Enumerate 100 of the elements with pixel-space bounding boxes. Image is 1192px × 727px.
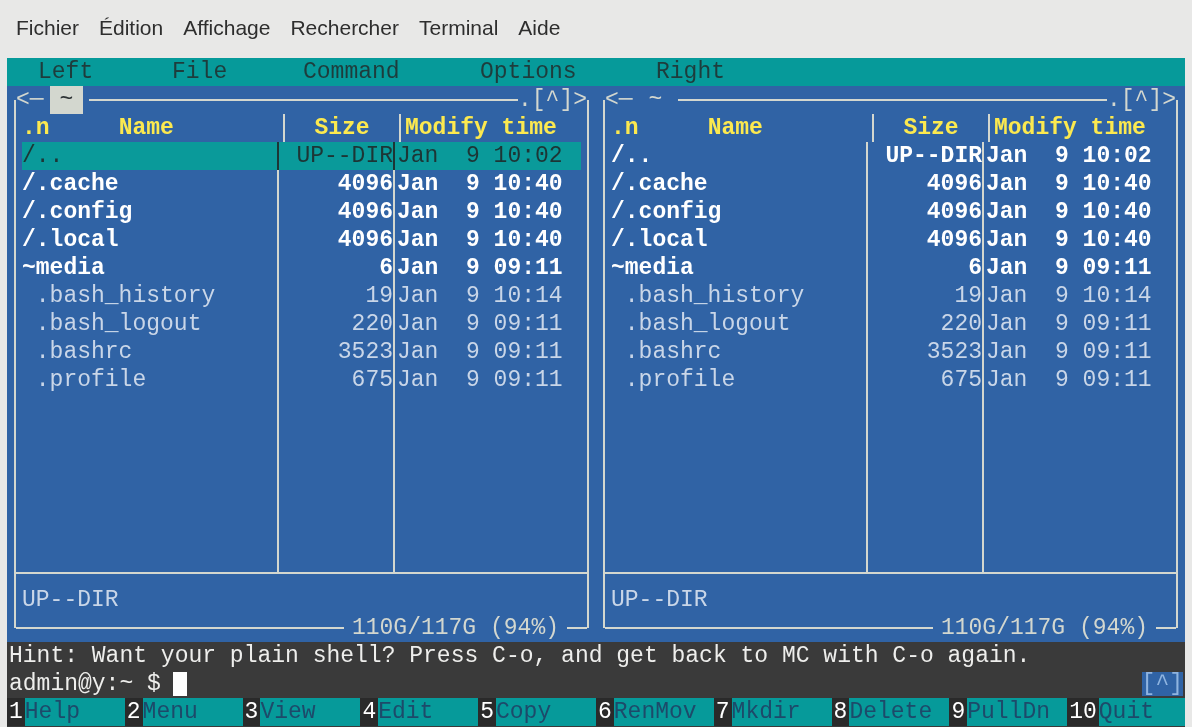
file-name: /.local: [22, 227, 119, 253]
file-modified-time: Jan 9 10:02: [986, 143, 1152, 169]
function-key-button[interactable]: Menu: [142, 698, 243, 726]
file-row[interactable]: /.local 4096 Jan 9 10:40: [22, 226, 581, 254]
column-header[interactable]: Name: [49, 114, 283, 142]
mc-menu-item[interactable]: Command: [303, 59, 400, 85]
file-row[interactable]: /.config 4096 Jan 9 10:40: [611, 198, 1170, 226]
mc-menu-item[interactable]: Left: [38, 59, 94, 85]
file-row[interactable]: /.cache 4096 Jan 9 10:40: [22, 170, 581, 198]
sort-indicator[interactable]: .n: [22, 114, 50, 142]
function-key-number: 4: [360, 698, 379, 726]
panel-path[interactable]: ~: [638, 86, 673, 114]
nav-history-controls[interactable]: .[^]>: [1107, 86, 1176, 114]
disk-usage: 110G/117G (94%): [939, 614, 1149, 642]
window-menu-item[interactable]: Terminal: [419, 11, 499, 44]
file-row[interactable]: .bash_history 19 Jan 9 10:14: [22, 282, 581, 310]
file-name: .profile: [623, 367, 736, 393]
nav-history-controls[interactable]: .[^]>: [518, 86, 587, 114]
file-name: /..: [22, 143, 64, 169]
file-modified-time: Jan 9 10:14: [986, 283, 1152, 309]
file-modified-time: Jan 9 09:11: [397, 255, 563, 281]
function-key-number: 1: [7, 698, 25, 726]
file-size: 675: [351, 366, 393, 394]
file-name: /.local: [611, 227, 708, 253]
file-modified-time: Jan 9 09:11: [397, 339, 563, 365]
panel-toggle[interactable]: [^]: [1141, 672, 1183, 696]
file-size: 220: [940, 310, 982, 338]
file-size: 4096: [337, 198, 393, 226]
file-name: ~media: [22, 255, 105, 281]
column-header[interactable]: Name: [638, 114, 872, 142]
file-modified-time: Jan 9 10:40: [397, 171, 563, 197]
mc-menu-item[interactable]: File: [172, 59, 228, 85]
function-key-button[interactable]: Quit: [1098, 698, 1185, 726]
function-key-button[interactable]: View: [260, 698, 361, 726]
function-key-button[interactable]: Copy: [496, 698, 596, 726]
file-row[interactable]: .bashrc 3523 Jan 9 09:11: [611, 338, 1170, 366]
column-header[interactable]: Size: [314, 114, 370, 142]
column-header[interactable]: Modify time: [994, 115, 1146, 141]
file-modified-time: Jan 9 10:40: [986, 171, 1152, 197]
file-size: 6: [968, 254, 982, 282]
window-menu-item[interactable]: Affichage: [183, 11, 271, 44]
window-menu-item[interactable]: Aide: [518, 11, 561, 44]
function-key-button[interactable]: Delete: [849, 698, 950, 726]
column-header[interactable]: Modify time: [405, 115, 557, 141]
function-key-button[interactable]: PullDn: [967, 698, 1068, 726]
file-row[interactable]: .bashrc 3523 Jan 9 09:11: [22, 338, 581, 366]
file-row[interactable]: /.. UP--DIR Jan 9 10:02: [22, 142, 581, 170]
file-row[interactable]: .bash_logout 220 Jan 9 09:11: [611, 310, 1170, 338]
sort-indicator[interactable]: .n: [611, 114, 639, 142]
file-name: /.cache: [22, 171, 119, 197]
file-modified-time: Jan 9 09:11: [986, 311, 1152, 337]
file-name: /..: [611, 143, 653, 169]
file-name: .bash_history: [34, 283, 216, 309]
mini-status: UP--DIR: [611, 586, 708, 614]
file-row[interactable]: .bash_logout 220 Jan 9 09:11: [22, 310, 581, 338]
file-row[interactable]: .profile 675 Jan 9 09:11: [611, 366, 1170, 394]
file-modified-time: Jan 9 10:02: [397, 143, 563, 169]
nav-back-arrow[interactable]: <─: [605, 86, 633, 114]
file-modified-time: Jan 9 10:40: [397, 199, 563, 225]
file-row[interactable]: ~media 6 Jan 9 09:11: [22, 254, 581, 282]
file-size: 4096: [926, 170, 982, 198]
file-row[interactable]: /.. UP--DIR Jan 9 10:02: [611, 142, 1170, 170]
window-menu-item[interactable]: Édition: [99, 11, 164, 44]
file-size: 6: [379, 254, 393, 282]
window-menu-item[interactable]: Fichier: [16, 11, 79, 44]
function-key-button[interactable]: Help: [24, 698, 125, 726]
panel-path[interactable]: ~: [49, 86, 84, 114]
file-row[interactable]: ~media 6 Jan 9 09:11: [611, 254, 1170, 282]
file-row[interactable]: /.config 4096 Jan 9 10:40: [22, 198, 581, 226]
text-cursor: [172, 672, 187, 696]
function-key-number: 9: [949, 698, 968, 726]
file-modified-time: Jan 9 09:11: [397, 311, 563, 337]
file-size: 3523: [337, 338, 393, 366]
file-name: /.config: [22, 199, 133, 225]
file-row[interactable]: /.cache 4096 Jan 9 10:40: [611, 170, 1170, 198]
file-modified-time: Jan 9 09:11: [397, 367, 563, 393]
function-key-button[interactable]: RenMov: [613, 698, 714, 726]
file-name: .bashrc: [623, 339, 722, 365]
file-modified-time: Jan 9 10:40: [986, 227, 1152, 253]
file-row[interactable]: /.local 4096 Jan 9 10:40: [611, 226, 1170, 254]
file-modified-time: Jan 9 09:11: [986, 367, 1152, 393]
window-menu-item[interactable]: Rechercher: [290, 11, 399, 44]
file-size: 4096: [337, 226, 393, 254]
mc-menu-item[interactable]: Right: [656, 59, 725, 85]
file-name: .bashrc: [34, 339, 133, 365]
file-size: UP--DIR: [885, 142, 982, 170]
function-key-number: 10: [1067, 698, 1099, 726]
mc-menu-item[interactable]: Options: [480, 59, 577, 85]
file-modified-time: Jan 9 10:14: [397, 283, 563, 309]
file-row[interactable]: .profile 675 Jan 9 09:11: [22, 366, 581, 394]
file-modified-time: Jan 9 09:11: [986, 339, 1152, 365]
nav-back-arrow[interactable]: <─: [16, 86, 44, 114]
file-name: /.cache: [611, 171, 708, 197]
function-key-button[interactable]: Mkdir: [731, 698, 832, 726]
column-header[interactable]: Size: [903, 114, 959, 142]
function-key-button[interactable]: Edit: [378, 698, 479, 726]
file-name: ~media: [611, 255, 694, 281]
file-row[interactable]: .bash_history 19 Jan 9 10:14: [611, 282, 1170, 310]
file-size: UP--DIR: [296, 142, 393, 170]
disk-usage: 110G/117G (94%): [350, 614, 560, 642]
